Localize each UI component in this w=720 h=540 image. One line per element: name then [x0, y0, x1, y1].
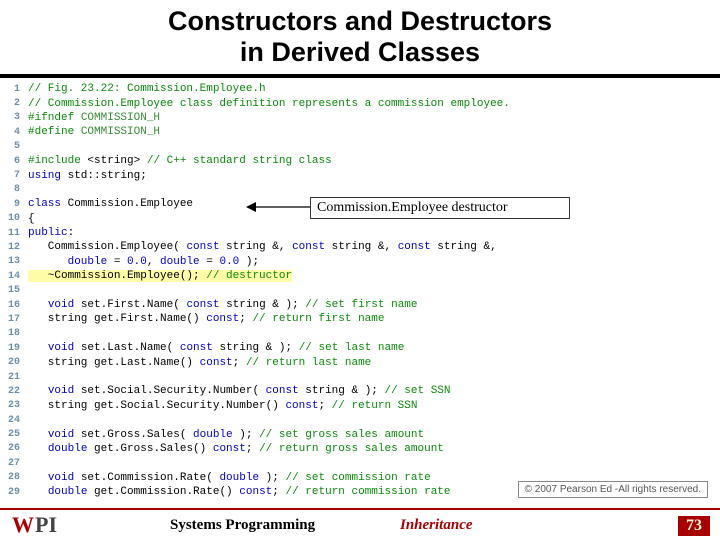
footer-topic: Inheritance — [400, 517, 473, 534]
code-content: void set.First.Name( const string & ); /… — [28, 299, 418, 311]
slide-footer: W PI Systems Programming Inheritance 73 — [0, 508, 720, 540]
line-number: 11 — [6, 228, 28, 239]
code-line: 11public: — [6, 226, 720, 240]
line-number: 29 — [6, 487, 28, 498]
code-content: Commission.Employee( const string &, con… — [28, 241, 497, 253]
line-number: 25 — [6, 429, 28, 440]
slide-title: Constructors and Destructorsin Derived C… — [0, 0, 720, 78]
line-number: 20 — [6, 357, 28, 368]
code-line: 5 — [6, 140, 720, 154]
code-content: void set.Commission.Rate( double ); // s… — [28, 472, 431, 484]
code-content: string get.Last.Name() const; // return … — [28, 357, 371, 369]
code-content: // Fig. 23.22: Commission.Employee.h — [28, 83, 266, 95]
code-line: 12 Commission.Employee( const string &, … — [6, 240, 720, 254]
code-content: void set.Last.Name( const string & ); //… — [28, 342, 404, 354]
line-number: 10 — [6, 213, 28, 224]
line-number: 7 — [6, 170, 28, 181]
code-line: 8 — [6, 183, 720, 197]
code-content: class Commission.Employee — [28, 198, 193, 210]
line-number: 1 — [6, 84, 28, 95]
line-number: 24 — [6, 415, 28, 426]
line-number: 6 — [6, 156, 28, 167]
line-number: 23 — [6, 400, 28, 411]
line-number: 9 — [6, 199, 28, 210]
code-line: 22 void set.Social.Security.Number( cons… — [6, 384, 720, 398]
copyright-badge: © 2007 Pearson Ed -All rights reserved. — [518, 481, 708, 498]
code-listing: 1// Fig. 23.22: Commission.Employee.h2//… — [0, 82, 720, 502]
line-number: 16 — [6, 300, 28, 311]
code-line: 6#include <string> // C++ standard strin… — [6, 154, 720, 168]
code-line: 3#ifndef COMMISSION_H — [6, 111, 720, 125]
code-content: #ifndef COMMISSION_H — [28, 112, 160, 124]
code-content: using std::string; — [28, 170, 147, 182]
callout-box: Commission.Employee destructor — [310, 197, 570, 219]
code-content: ~Commission.Employee(); // destructor — [28, 270, 292, 282]
code-content: string get.First.Name() const; // return… — [28, 313, 384, 325]
code-line: 27 — [6, 456, 720, 470]
code-content: { — [28, 213, 35, 225]
line-number: 4 — [6, 127, 28, 138]
code-content: #include <string> // C++ standard string… — [28, 155, 332, 167]
callout-text: Commission.Employee destructor — [317, 200, 508, 215]
code-content: // Commission.Employee class definition … — [28, 98, 510, 110]
code-content: void set.Gross.Sales( double ); // set g… — [28, 429, 424, 441]
code-line: 19 void set.Last.Name( const string & );… — [6, 341, 720, 355]
code-line: 21 — [6, 370, 720, 384]
line-number: 22 — [6, 386, 28, 397]
code-content: double get.Commission.Rate() const; // r… — [28, 486, 451, 498]
callout-arrow — [246, 198, 310, 216]
line-number: 14 — [6, 271, 28, 282]
code-content: #define COMMISSION_H — [28, 126, 160, 138]
code-line: 15 — [6, 283, 720, 297]
line-number: 2 — [6, 98, 28, 109]
code-line: 2// Commission.Employee class definition… — [6, 96, 720, 110]
code-content: void set.Social.Security.Number( const s… — [28, 385, 451, 397]
code-line: 24 — [6, 413, 720, 427]
line-number: 13 — [6, 256, 28, 267]
copyright-text: © 2007 Pearson Ed -All rights reserved. — [525, 484, 701, 495]
code-line: 26 double get.Gross.Sales() const; // re… — [6, 442, 720, 456]
logo-w: W — [12, 512, 33, 538]
code-line: 17 string get.First.Name() const; // ret… — [6, 312, 720, 326]
line-number: 5 — [6, 141, 28, 152]
code-line: 25 void set.Gross.Sales( double ); // se… — [6, 427, 720, 441]
slide-title-text: Constructors and Destructorsin Derived C… — [168, 6, 552, 68]
line-number: 12 — [6, 242, 28, 253]
line-number: 8 — [6, 184, 28, 195]
code-line: 1// Fig. 23.22: Commission.Employee.h — [6, 82, 720, 96]
code-content: double get.Gross.Sales() const; // retur… — [28, 443, 444, 455]
code-line: 16 void set.First.Name( const string & )… — [6, 298, 720, 312]
logo-pi: PI — [35, 512, 57, 538]
code-line: 18 — [6, 327, 720, 341]
footer-course: Systems Programming — [170, 517, 315, 534]
code-line: 20 string get.Last.Name() const; // retu… — [6, 355, 720, 369]
code-line: 7using std::string; — [6, 168, 720, 182]
line-number: 26 — [6, 443, 28, 454]
line-number: 15 — [6, 285, 28, 296]
code-line: 23 string get.Social.Security.Number() c… — [6, 399, 720, 413]
line-number: 28 — [6, 472, 28, 483]
line-number: 19 — [6, 343, 28, 354]
code-line: 13 double = 0.0, double = 0.0 ); — [6, 255, 720, 269]
line-number: 18 — [6, 328, 28, 339]
line-number: 21 — [6, 372, 28, 383]
code-line: 4#define COMMISSION_H — [6, 125, 720, 139]
line-number: 3 — [6, 112, 28, 123]
wpi-logo: W PI — [12, 512, 57, 538]
code-content: public: — [28, 227, 74, 239]
line-number: 27 — [6, 458, 28, 469]
line-number: 17 — [6, 314, 28, 325]
footer-page-number: 73 — [678, 516, 710, 536]
code-content: string get.Social.Security.Number() cons… — [28, 400, 418, 412]
code-content: double = 0.0, double = 0.0 ); — [28, 256, 259, 268]
code-line: 14 ~Commission.Employee(); // destructor — [6, 269, 720, 283]
